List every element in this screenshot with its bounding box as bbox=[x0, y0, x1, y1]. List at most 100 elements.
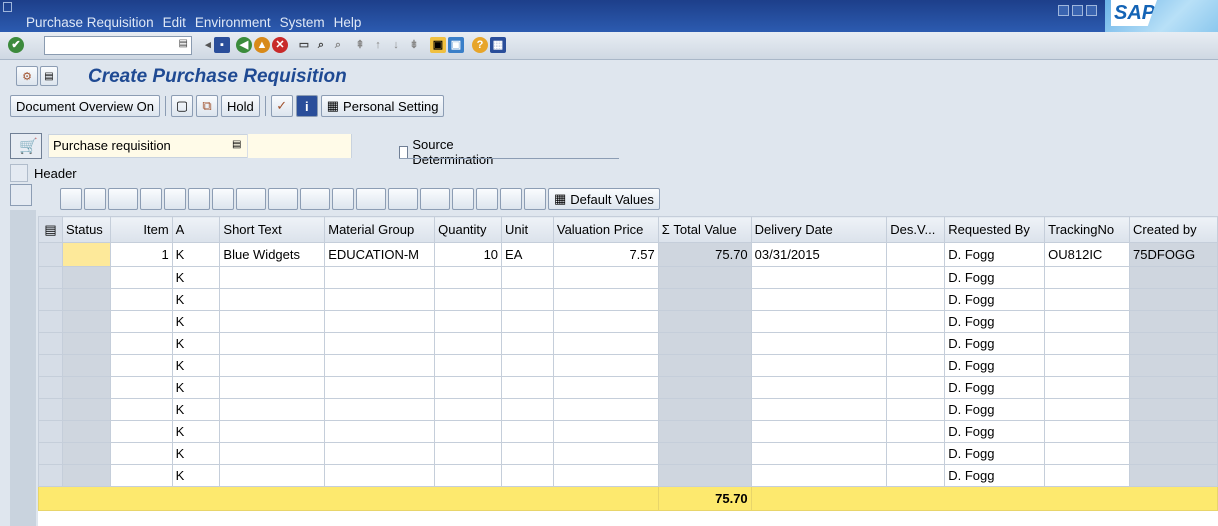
cell-short-text[interactable] bbox=[219, 464, 326, 487]
exit-icon[interactable]: ▲ bbox=[254, 37, 270, 53]
col-status[interactable]: Status bbox=[61, 216, 111, 243]
cell-material-group[interactable] bbox=[324, 376, 436, 399]
table-row[interactable]: K D. Fogg bbox=[38, 398, 1218, 421]
row-selector[interactable] bbox=[38, 242, 63, 267]
cell-account-assignment[interactable]: K bbox=[171, 310, 221, 333]
cell-account-assignment[interactable]: K bbox=[171, 332, 221, 355]
menu-environment[interactable]: Environment bbox=[195, 15, 271, 30]
cell-account-assignment[interactable]: K bbox=[171, 464, 221, 487]
cell-status[interactable] bbox=[61, 398, 111, 421]
previous-page-icon[interactable]: ↑ bbox=[370, 37, 386, 53]
delete-row-icon[interactable] bbox=[108, 188, 138, 210]
cell-des-v[interactable] bbox=[886, 332, 946, 355]
cell-total-value[interactable] bbox=[657, 332, 752, 355]
cell-valuation-price[interactable] bbox=[552, 354, 659, 377]
cell-item[interactable] bbox=[109, 442, 173, 465]
cell-des-v[interactable] bbox=[886, 288, 946, 311]
command-field[interactable]: ▤ bbox=[44, 36, 192, 55]
cell-created-by[interactable] bbox=[1129, 332, 1218, 355]
shopping-cart-icon[interactable]: 🛒 bbox=[10, 133, 42, 159]
cell-delivery-date[interactable] bbox=[750, 376, 888, 399]
cell-delivery-date[interactable] bbox=[750, 420, 888, 443]
copy-row-icon[interactable] bbox=[84, 188, 106, 210]
col-valuation-price[interactable]: Valuation Price bbox=[552, 216, 659, 243]
next-page-icon[interactable]: ↓ bbox=[388, 37, 404, 53]
print-list-icon[interactable] bbox=[140, 188, 162, 210]
cell-unit[interactable] bbox=[501, 332, 554, 355]
source-determination-checkbox[interactable]: Source Determination bbox=[399, 137, 619, 167]
cell-material-group[interactable] bbox=[324, 332, 436, 355]
cell-material-group[interactable] bbox=[324, 354, 436, 377]
minimize-icon[interactable] bbox=[1058, 5, 1069, 16]
cell-material-group[interactable] bbox=[324, 310, 436, 333]
sum-icon[interactable] bbox=[268, 188, 298, 210]
cell-requested-by[interactable]: D. Fogg bbox=[944, 310, 1046, 333]
table-row[interactable]: K D. Fogg bbox=[38, 332, 1218, 355]
col-material-group[interactable]: Material Group bbox=[324, 216, 436, 243]
copy-document-icon[interactable]: ⧉ bbox=[196, 95, 218, 117]
details-icon[interactable] bbox=[60, 188, 82, 210]
cell-valuation-price[interactable] bbox=[552, 310, 659, 333]
col-account-assignment[interactable]: A bbox=[171, 216, 221, 243]
table-row[interactable]: K D. Fogg bbox=[38, 464, 1218, 487]
cell-created-by[interactable] bbox=[1129, 310, 1218, 333]
last-page-icon[interactable]: ⇟ bbox=[406, 37, 422, 53]
row-selector[interactable] bbox=[38, 310, 63, 333]
cell-account-assignment[interactable]: K bbox=[171, 266, 221, 289]
cell-quantity[interactable] bbox=[434, 420, 503, 443]
cell-des-v[interactable] bbox=[886, 242, 946, 267]
document-type-field[interactable]: Purchase requisition ▤ bbox=[48, 134, 352, 158]
cell-account-assignment[interactable]: K bbox=[171, 420, 221, 443]
cell-quantity[interactable] bbox=[434, 464, 503, 487]
cell-total-value[interactable] bbox=[657, 354, 752, 377]
save-icon[interactable]: ▪ bbox=[214, 37, 230, 53]
cell-requested-by[interactable]: D. Fogg bbox=[944, 464, 1046, 487]
cell-created-by[interactable] bbox=[1129, 354, 1218, 377]
row-selector[interactable] bbox=[38, 332, 63, 355]
cell-total-value[interactable] bbox=[657, 420, 752, 443]
default-values-button[interactable]: ▦ Default Values bbox=[548, 188, 660, 210]
row-selector[interactable] bbox=[38, 376, 63, 399]
cell-valuation-price[interactable] bbox=[552, 266, 659, 289]
cell-status[interactable] bbox=[61, 288, 111, 311]
checkbox-icon[interactable] bbox=[399, 145, 409, 159]
row-selector[interactable] bbox=[38, 288, 63, 311]
cell-item[interactable] bbox=[109, 354, 173, 377]
cell-unit[interactable] bbox=[501, 376, 554, 399]
subtotal-icon[interactable] bbox=[300, 188, 330, 210]
create-session-icon[interactable]: ▣ bbox=[430, 37, 446, 53]
maximize-icon[interactable] bbox=[1072, 5, 1083, 16]
table-row[interactable]: 1 K Blue Widgets EDUCATION-M 10 EA 7.57 75.70 03… bbox=[38, 242, 1218, 267]
expand-header-icon[interactable] bbox=[10, 164, 28, 182]
cell-tracking-no[interactable]: OU812IC bbox=[1044, 242, 1131, 267]
cell-item[interactable] bbox=[109, 332, 173, 355]
cell-delivery-date[interactable] bbox=[750, 310, 888, 333]
cell-unit[interactable] bbox=[501, 420, 554, 443]
document-overview-button[interactable]: Document Overview On bbox=[10, 95, 160, 117]
row-selector[interactable] bbox=[38, 442, 63, 465]
cell-material-group[interactable]: EDUCATION-M bbox=[324, 242, 436, 267]
cell-account-assignment[interactable]: K bbox=[171, 376, 221, 399]
col-total-value[interactable]: Σ Total Value bbox=[657, 216, 752, 243]
enter-check-icon[interactable]: ✔ bbox=[8, 37, 24, 53]
cell-requested-by[interactable]: D. Fogg bbox=[944, 242, 1046, 267]
cell-quantity[interactable] bbox=[434, 376, 503, 399]
table-row[interactable]: K D. Fogg bbox=[38, 420, 1218, 443]
cell-short-text[interactable] bbox=[219, 266, 326, 289]
cell-tracking-no[interactable] bbox=[1044, 420, 1131, 443]
cell-total-value[interactable] bbox=[657, 376, 752, 399]
cell-created-by[interactable] bbox=[1129, 420, 1218, 443]
cell-item[interactable] bbox=[109, 376, 173, 399]
cell-created-by[interactable] bbox=[1129, 464, 1218, 487]
back-icon[interactable]: ◀ bbox=[236, 37, 252, 53]
item-overview-toggle-icon[interactable] bbox=[10, 184, 32, 206]
dropdown-icon[interactable]: ▤ bbox=[179, 38, 188, 49]
cell-valuation-price[interactable] bbox=[552, 420, 659, 443]
cell-delivery-date[interactable]: 03/31/2015 bbox=[750, 242, 888, 267]
cell-material-group[interactable] bbox=[324, 288, 436, 311]
cell-delivery-date[interactable] bbox=[750, 266, 888, 289]
cell-short-text[interactable] bbox=[219, 354, 326, 377]
cell-delivery-date[interactable] bbox=[750, 398, 888, 421]
find-next-icon[interactable] bbox=[212, 188, 234, 210]
cell-quantity[interactable]: 10 bbox=[434, 242, 503, 267]
